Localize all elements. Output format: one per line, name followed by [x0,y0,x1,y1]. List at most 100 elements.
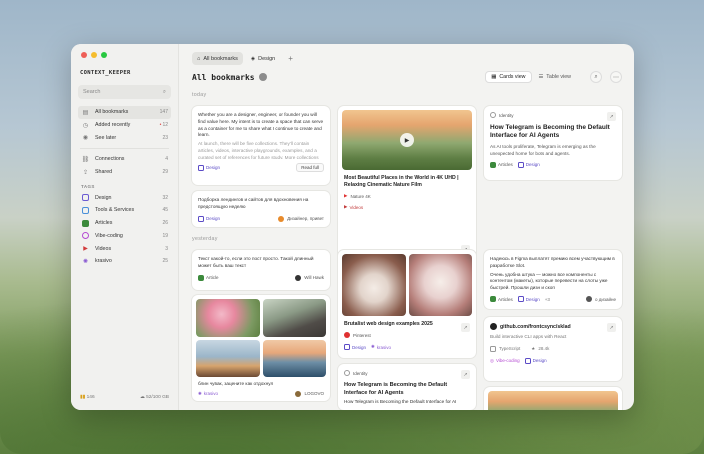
more-options-button[interactable]: ⋯ [610,71,622,83]
sidebar-item-count: 4 [165,156,168,163]
sidebar-tag-tools-services[interactable]: Tools & Services 45 [78,204,171,217]
source-name: о дизайне [595,296,616,302]
search-placeholder: Search [83,89,101,95]
image-bookmark-card[interactable]: Brutalist web design examples 2025 Pinte… [338,250,476,358]
play-icon[interactable]: ▶ [400,133,414,147]
video-bookmark-card[interactable]: ▶ Most Beautiful Places in the World in … [338,106,476,262]
sidebar-tag-vibe-coding[interactable]: Vibe-coding 19 [78,230,171,243]
sidebar-item-connections[interactable]: ⛓ Connections 4 [78,153,171,166]
sidebar-tag-videos[interactable]: ▶ Videos 3 [78,242,171,255]
card-source: Identity [490,112,616,118]
image-bookmark-card[interactable]: блин чувак, зацените как отдохнул ✺ krasi… [192,295,330,401]
view-switcher: ▦ Cards view ☰ Table view [485,71,576,83]
sidebar-item-added-recently[interactable]: ◷ Added recently •12 [78,119,171,132]
tag-design[interactable]: Design [344,344,366,351]
tag-articles[interactable]: Articles [490,296,513,303]
sidebar-item-all-bookmarks[interactable]: ▤ All bookmarks 147 [78,106,171,119]
sidebar-item-count: 12 [162,122,168,129]
cloud-icon: ☁ [139,395,145,400]
tag-label: Design [532,358,547,364]
sidebar: CONTEXT_KEEPER Search ⌕ ▤ All bookmarks … [71,44,179,410]
table-icon: ☰ [538,74,544,80]
bookmark-card[interactable]: Identity How Telegram is Becoming the De… [484,106,622,180]
coast-photo [262,339,326,377]
card-text: Подборка лендингов и сайтов для вдохнове… [198,197,309,209]
more-tags-badge[interactable]: +3 [545,297,550,302]
tag-vibe-coding[interactable]: ◎ Vibe-coding [490,358,520,364]
tag-design[interactable]: Design [198,164,220,171]
table-view-button[interactable]: ☰ Table view [534,71,576,83]
tag-design[interactable]: Design [198,215,220,222]
close-window-button[interactable] [81,52,87,58]
sidebar-item-see-later[interactable]: ◉ See later 23 [78,131,171,144]
sidebar-item-count: 147 [159,109,168,116]
tag-design[interactable]: Design [517,296,540,303]
tag-label: Articles [498,296,513,302]
bookmark-card[interactable]: Надеюсь в Figma выплатят премию всем уча… [484,250,622,309]
card-text-more: At launch, there will be five collection… [198,141,319,160]
table-view-label: Table view [546,74,571,80]
cards-view-label: Cards view [499,74,526,80]
eye-icon: ◉ [82,135,89,142]
card-title: github.com/frontcsync/sklad [500,323,571,330]
card-text: Whether you are a designer, engineer, or… [198,112,324,138]
sidebar-item-label: Added recently [95,122,131,129]
bookmark-card[interactable]: Whether you are a designer, engineer, or… [192,106,330,185]
card-meta: Design Дизайнер, привет [198,215,324,222]
tag-articles[interactable]: Articles [490,161,513,168]
tag-design[interactable]: Design [517,161,540,168]
bookmark-card[interactable]: Подборка лендингов и сайтов для вдохнове… [192,191,330,227]
open-link-icon[interactable]: ↗ [461,370,470,379]
search-icon: ⌕ [162,88,166,95]
open-link-icon[interactable]: ↗ [461,323,470,332]
sidebar-search-input[interactable]: Search ⌕ [78,85,171,99]
tag-krasivo[interactable]: ✺ krasivo [371,344,391,350]
sidebar-tag-design[interactable]: Design 32 [78,191,171,204]
search-button[interactable]: ⌕ [590,71,602,83]
open-link-icon[interactable]: ↗ [607,323,616,332]
image-grid [196,299,326,377]
articles-icon [198,274,204,281]
cards-icon: ▦ [491,74,497,80]
card-source: Will Hawk [295,274,324,281]
sidebar-item-shared[interactable]: ⇪ Shared 29 [78,166,171,179]
design-icon [198,164,204,171]
source-name: Дизайнер, привет [287,216,324,222]
tab-design[interactable]: ◈ Design [246,52,280,65]
maximize-window-button[interactable] [101,52,107,58]
repo-language: TypeScript [499,346,521,352]
tag-design[interactable]: Design [524,357,547,364]
sidebar-tag-articles[interactable]: Articles 26 [78,217,171,230]
bookmark-card[interactable]: Текст какой-то, если это пост просто. Та… [192,250,330,290]
card-tags: Articles Design [490,161,616,168]
tag-krasivo[interactable]: ✺ krasivo [198,391,218,397]
sidebar-tag-label: Videos [95,245,112,252]
tag-label: Article [206,275,219,281]
tag-videos[interactable]: ▶ Videos [342,204,365,210]
card-title: How Telegram is Becoming the Default Int… [490,124,610,140]
repo-bookmark-card[interactable]: github.com/frontcsync/sklad Build intera… [484,317,622,381]
video-thumbnail[interactable]: ▶ [342,110,472,170]
more-icon: ⋯ [613,74,619,81]
cards-view-button[interactable]: ▦ Cards view [485,71,532,83]
storage-usage: ☁ 52/100 GB [139,395,169,400]
tab-all-bookmarks[interactable]: ⌂ All bookmarks [192,52,243,65]
sidebar-tag-count: 26 [162,220,168,227]
bookmark-card[interactable]: Identity How Telegram is Becoming the De… [338,364,476,410]
count-badge [258,73,267,81]
minimize-window-button[interactable] [91,52,97,58]
card-title: How Telegram is Becoming the Default Int… [344,382,448,396]
design-icon [517,161,524,168]
tag-label: Design [525,296,540,302]
github-icon [490,323,497,330]
open-link-icon[interactable]: ↗ [607,112,616,121]
source-name: LOGOVO [304,391,324,397]
image-bookmark-card[interactable] [484,387,622,410]
card-text: How Telegram is Becoming the Default Int… [344,399,457,405]
read-full-button[interactable]: Read full [296,163,324,173]
add-tab-button[interactable]: + [283,52,298,65]
tag-article[interactable]: Article [198,274,219,281]
sidebar-tag-krasivo[interactable]: ✺ krasivo 25 [78,255,171,268]
card-title: Brutalist web design examples 2025 [344,321,433,327]
source-avatar [586,296,593,303]
